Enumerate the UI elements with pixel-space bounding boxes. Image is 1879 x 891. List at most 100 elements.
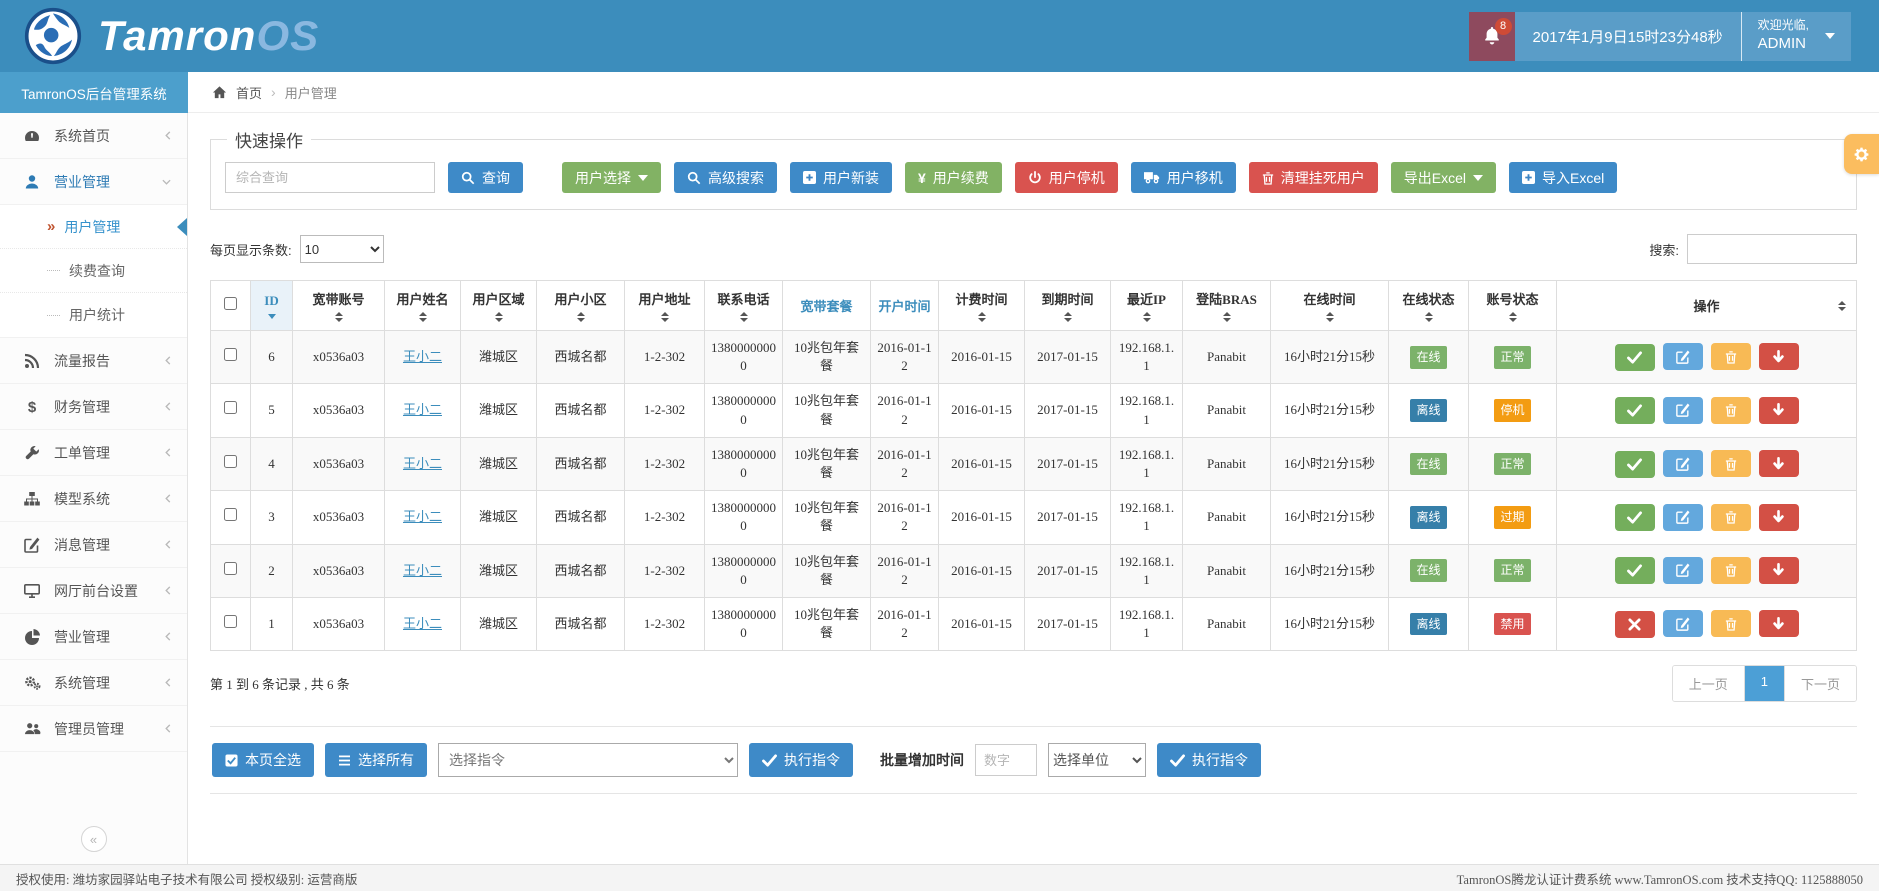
- user-name-link[interactable]: 王小二: [403, 456, 442, 471]
- user-name-link[interactable]: 王小二: [403, 349, 442, 364]
- row-action-check-button[interactable]: [1615, 344, 1655, 371]
- execute-command-button[interactable]: 执行指令: [749, 743, 853, 777]
- sidebar-item[interactable]: 系统管理: [0, 660, 187, 706]
- row-action-trash-button[interactable]: [1711, 504, 1751, 531]
- row-action-check-button[interactable]: [1615, 451, 1655, 478]
- sidebar-item[interactable]: 消息管理: [0, 522, 187, 568]
- sidebar-subitem[interactable]: 用户统计: [0, 293, 187, 337]
- logo[interactable]: TamronOS: [24, 7, 319, 65]
- row-action-trash-button[interactable]: [1711, 450, 1751, 477]
- quickop-button[interactable]: 导入Excel: [1509, 162, 1617, 193]
- row-action-check-button[interactable]: [1615, 397, 1655, 424]
- row-action-download-button[interactable]: [1759, 397, 1799, 424]
- bulk-number-input[interactable]: [975, 744, 1037, 776]
- quickop-button[interactable]: ¥用户续费: [905, 162, 1002, 193]
- row-action-download-button[interactable]: [1759, 557, 1799, 584]
- user-name-link[interactable]: 王小二: [403, 616, 442, 631]
- breadcrumb-home[interactable]: 首页: [236, 83, 262, 102]
- column-header-community[interactable]: 用户小区: [537, 281, 625, 331]
- next-page-button[interactable]: 下一页: [1784, 666, 1856, 701]
- row-action-trash-button[interactable]: [1711, 610, 1751, 637]
- column-header-id[interactable]: ID: [251, 281, 293, 331]
- sidebar-item[interactable]: 流量报告: [0, 338, 187, 384]
- row-action-trash-button[interactable]: [1711, 397, 1751, 424]
- quickop-button[interactable]: 高级搜索: [674, 162, 777, 193]
- quickop-button[interactable]: 用户新装: [790, 162, 892, 193]
- quickop-button[interactable]: 查询: [448, 162, 523, 193]
- column-header-name[interactable]: 用户姓名: [385, 281, 461, 331]
- settings-tab[interactable]: [1844, 134, 1879, 174]
- column-header-actions[interactable]: 操作: [1557, 281, 1857, 331]
- row-action-edit-button[interactable]: [1663, 397, 1703, 424]
- column-header-online_status[interactable]: 在线状态: [1389, 281, 1469, 331]
- chevron-left-icon: [165, 678, 171, 687]
- quickop-button[interactable]: 用户移机: [1131, 162, 1236, 193]
- row-action-edit-button[interactable]: [1663, 343, 1703, 370]
- row-checkbox[interactable]: [224, 562, 237, 575]
- unit-select[interactable]: 选择单位: [1048, 743, 1146, 777]
- select-all-button[interactable]: 选择所有: [325, 743, 427, 777]
- select-page-button[interactable]: 本页全选: [212, 743, 314, 777]
- column-header-account_status[interactable]: 账号状态: [1469, 281, 1557, 331]
- row-action-edit-button[interactable]: [1663, 450, 1703, 477]
- row-action-edit-button[interactable]: [1663, 557, 1703, 584]
- per-page-select[interactable]: 10: [300, 235, 384, 263]
- user-name-link[interactable]: 王小二: [403, 509, 442, 524]
- select-all-checkbox[interactable]: [224, 297, 237, 310]
- user-menu[interactable]: 欢迎光临, ADMIN: [1741, 12, 1851, 61]
- sidebar-subitem[interactable]: »用户管理: [0, 205, 187, 249]
- quickop-button[interactable]: 导出Excel: [1391, 162, 1496, 193]
- sidebar-collapse-button[interactable]: «: [81, 826, 107, 852]
- execute-bulk-button[interactable]: 执行指令: [1157, 743, 1261, 777]
- quickop-button[interactable]: 用户选择: [562, 162, 661, 193]
- command-select[interactable]: 选择指令: [438, 743, 738, 777]
- prev-page-button[interactable]: 上一页: [1673, 666, 1744, 701]
- row-action-trash-button[interactable]: [1711, 343, 1751, 370]
- user-name-link[interactable]: 王小二: [403, 402, 442, 417]
- column-header-ip[interactable]: 最近IP: [1111, 281, 1183, 331]
- row-checkbox[interactable]: [224, 348, 237, 361]
- sidebar-item[interactable]: 网厅前台设置: [0, 568, 187, 614]
- sidebar-item[interactable]: 营业管理: [0, 159, 187, 205]
- row-checkbox[interactable]: [224, 615, 237, 628]
- notifications-button[interactable]: 8: [1469, 12, 1515, 61]
- column-header-expire_date[interactable]: 到期时间: [1025, 281, 1111, 331]
- row-action-download-button[interactable]: [1759, 504, 1799, 531]
- row-action-edit-button[interactable]: [1663, 610, 1703, 637]
- column-header-plan[interactable]: 宽带套餐: [783, 281, 871, 331]
- row-action-download-button[interactable]: [1759, 450, 1799, 477]
- row-checkbox[interactable]: [224, 508, 237, 521]
- quickop-button[interactable]: 用户停机: [1015, 162, 1118, 193]
- sidebar-item[interactable]: $财务管理: [0, 384, 187, 430]
- column-header-region[interactable]: 用户区域: [461, 281, 537, 331]
- column-header-online_time[interactable]: 在线时间: [1271, 281, 1389, 331]
- combined-search-input[interactable]: [225, 162, 435, 193]
- row-checkbox[interactable]: [224, 455, 237, 468]
- column-header-phone[interactable]: 联系电话: [705, 281, 783, 331]
- column-header-account[interactable]: 宽带账号: [293, 281, 385, 331]
- sidebar-item[interactable]: 管理员管理: [0, 706, 187, 752]
- row-checkbox[interactable]: [224, 401, 237, 414]
- column-header-bill_date[interactable]: 计费时间: [939, 281, 1025, 331]
- sidebar-item[interactable]: 模型系统: [0, 476, 187, 522]
- row-action-check-button[interactable]: [1615, 504, 1655, 531]
- user-name-link[interactable]: 王小二: [403, 563, 442, 578]
- sidebar-subitem[interactable]: 续费查询: [0, 249, 187, 293]
- sidebar-item[interactable]: 系统首页: [0, 113, 187, 159]
- row-action-cross-button[interactable]: [1615, 611, 1655, 638]
- row-action-check-button[interactable]: [1615, 557, 1655, 584]
- cell-online_status: 在线: [1389, 544, 1469, 597]
- column-header-address[interactable]: 用户地址: [625, 281, 705, 331]
- row-action-edit-button[interactable]: [1663, 504, 1703, 531]
- sidebar-item[interactable]: 工单管理: [0, 430, 187, 476]
- table-search-input[interactable]: [1687, 234, 1857, 264]
- column-header-bras[interactable]: 登陆BRAS: [1183, 281, 1271, 331]
- row-action-download-button[interactable]: [1759, 610, 1799, 637]
- quickop-button[interactable]: 清理挂死用户: [1249, 162, 1378, 193]
- sidebar-item[interactable]: 营业管理: [0, 614, 187, 660]
- check-icon: [1627, 351, 1642, 364]
- column-header-open_date[interactable]: 开户时间: [871, 281, 939, 331]
- row-action-download-button[interactable]: [1759, 343, 1799, 370]
- row-action-trash-button[interactable]: [1711, 557, 1751, 584]
- page-1-button[interactable]: 1: [1744, 666, 1784, 701]
